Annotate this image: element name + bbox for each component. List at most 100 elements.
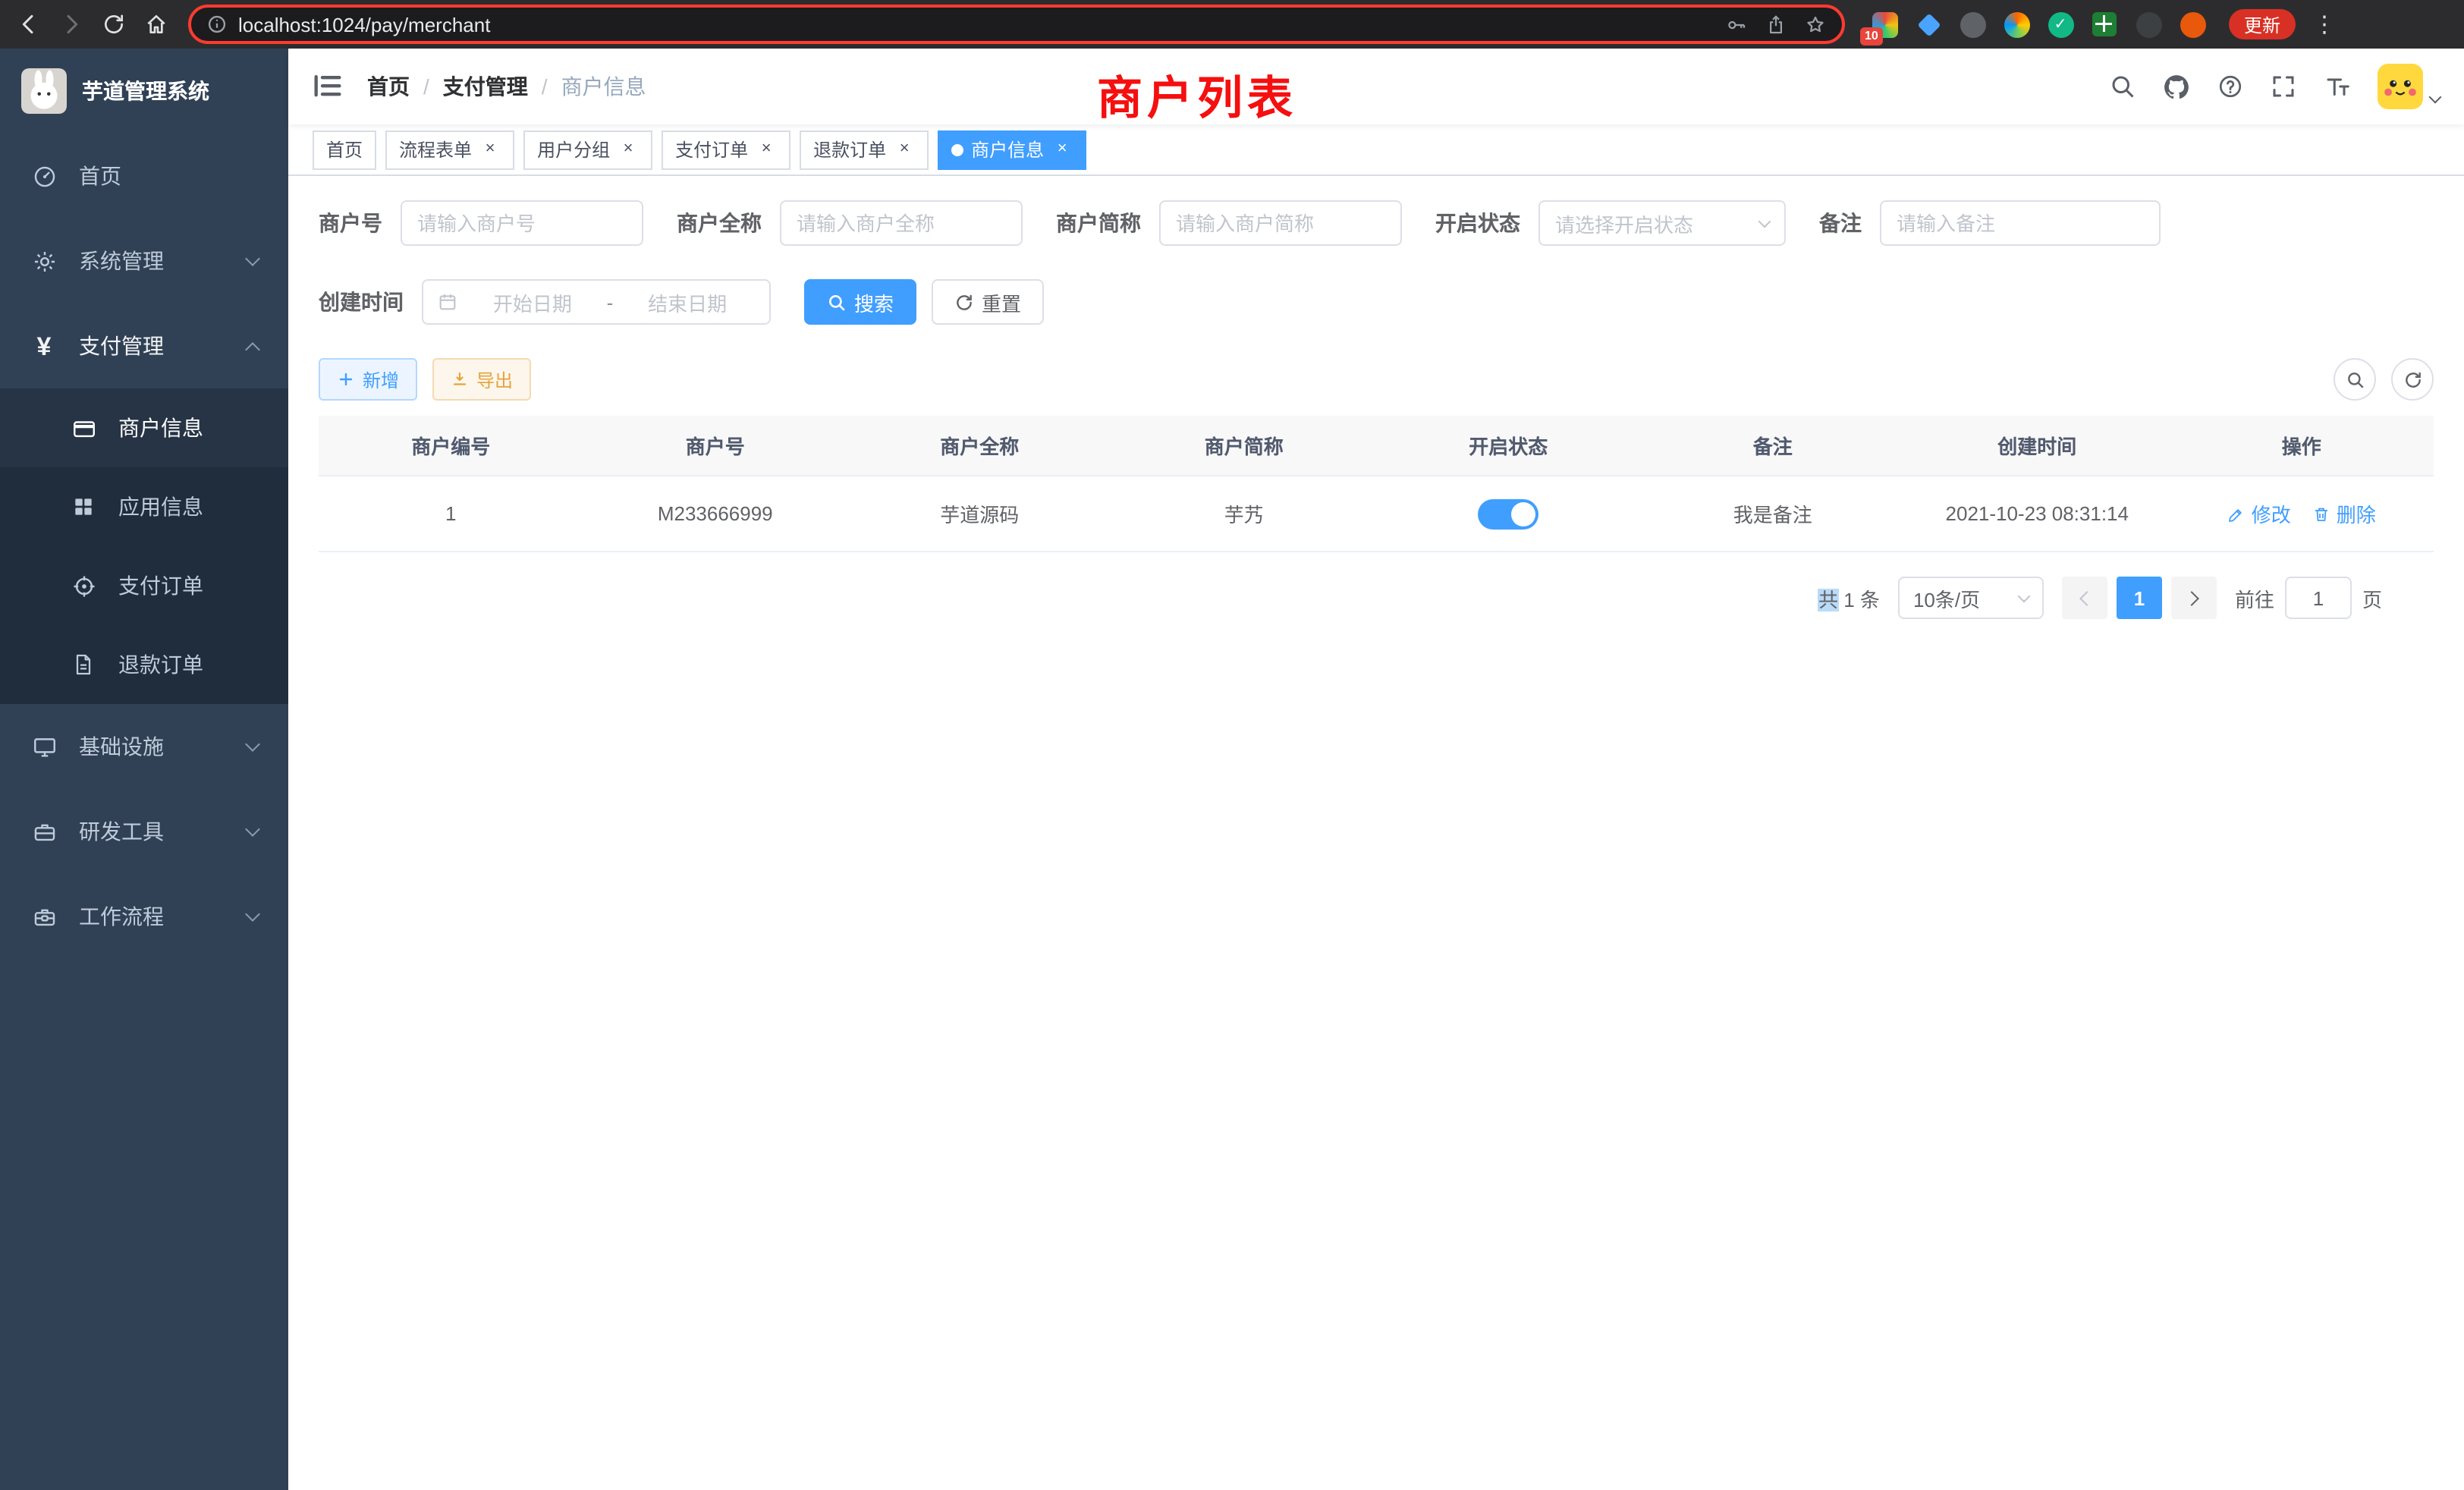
- forward-icon[interactable]: [52, 5, 91, 44]
- sidebar-item-merchant-info[interactable]: 商户信息: [0, 388, 288, 467]
- refresh-button[interactable]: [2391, 358, 2434, 401]
- tab-home[interactable]: 首页: [313, 130, 376, 169]
- end-date-placeholder[interactable]: 结束日期: [619, 288, 756, 316]
- dashboard-icon: [30, 162, 58, 190]
- github-icon[interactable]: [2162, 72, 2191, 101]
- export-button-label: 导出: [476, 366, 513, 392]
- sidebar-item-home[interactable]: 首页: [0, 134, 288, 218]
- gear-icon: [30, 247, 58, 275]
- full-name-input[interactable]: [780, 200, 1023, 246]
- tab-refund-orders[interactable]: 退款订单 ×: [800, 130, 929, 169]
- extension-tray: 10 ✓: [1857, 9, 2220, 39]
- site-info-icon[interactable]: [206, 14, 228, 35]
- goto-page-input[interactable]: [2285, 577, 2352, 619]
- extension-icon-6[interactable]: [2089, 9, 2120, 39]
- tab-merchant-info[interactable]: 商户信息 ×: [938, 130, 1086, 169]
- cell-merchant-no: M233666999: [583, 502, 848, 525]
- user-menu[interactable]: [2378, 64, 2440, 109]
- fullscreen-icon[interactable]: [2270, 73, 2297, 100]
- short-name-input[interactable]: [1159, 200, 1402, 246]
- sidebar-item-label: 退款订单: [118, 649, 203, 680]
- font-size-icon[interactable]: [2323, 73, 2352, 100]
- full-name-label: 商户全称: [677, 208, 762, 238]
- address-bar[interactable]: localhost:1024/pay/merchant: [188, 5, 1845, 44]
- extension-icon-3[interactable]: [1957, 9, 1988, 39]
- sidebar-item-infrastructure[interactable]: 基础设施: [0, 704, 288, 789]
- password-key-icon[interactable]: [1725, 13, 1748, 36]
- export-button[interactable]: 导出: [432, 358, 531, 401]
- reload-icon[interactable]: [94, 5, 134, 44]
- sidebar: 芋道管理系统 首页 系统管理 ¥: [0, 49, 288, 1490]
- sidebar-item-label: 商户信息: [118, 413, 203, 443]
- screen: localhost:1024/pay/merchant 10 ✓: [0, 0, 2464, 1490]
- sidebar-item-payment[interactable]: ¥ 支付管理: [0, 303, 288, 388]
- remark-input[interactable]: [1880, 200, 2161, 246]
- create-time-range-picker[interactable]: 开始日期 - 结束日期: [422, 279, 771, 325]
- reset-button[interactable]: 重置: [932, 279, 1044, 325]
- search-button[interactable]: 搜索: [804, 279, 916, 325]
- close-icon[interactable]: ×: [1051, 139, 1073, 160]
- extension-icon-7[interactable]: [2133, 9, 2164, 39]
- add-button[interactable]: 新增: [319, 358, 417, 401]
- app-logo[interactable]: 芋道管理系统: [0, 49, 288, 134]
- chevron-right-icon: [2184, 590, 2199, 605]
- close-icon[interactable]: ×: [479, 139, 501, 160]
- help-icon[interactable]: [2217, 73, 2244, 100]
- payment-submenu: 商户信息 应用信息 支付订单: [0, 388, 288, 704]
- tab-label: 商户信息: [971, 137, 1044, 162]
- top-navbar: 首页 / 支付管理 / 商户信息 商户列表: [288, 49, 2464, 124]
- merchant-no-input[interactable]: [401, 200, 643, 246]
- close-icon[interactable]: ×: [618, 139, 639, 160]
- pagination-total: 共 1 条: [1818, 583, 1880, 612]
- sidebar-item-refund-orders[interactable]: 退款订单: [0, 625, 288, 704]
- toggle-search-button[interactable]: [2334, 358, 2376, 401]
- share-icon[interactable]: [1765, 13, 1787, 36]
- browser-update-button[interactable]: 更新: [2229, 9, 2296, 39]
- cell-full-name: 芋道源码: [847, 499, 1112, 528]
- extension-icon-4[interactable]: [2001, 9, 2032, 39]
- merchant-table: 商户编号 商户号 商户全称 商户简称 开启状态 备注 创建时间 操作 1 M23…: [319, 416, 2434, 552]
- create-time-label: 创建时间: [319, 287, 404, 317]
- extension-icon-5[interactable]: ✓: [2045, 9, 2076, 39]
- extension-icon-1[interactable]: 10: [1869, 9, 1900, 39]
- table-row: 1 M233666999 芋道源码 芋艿 我是备注 2021-10-23 08:…: [319, 476, 2434, 552]
- delete-link[interactable]: 删除: [2312, 499, 2376, 528]
- sidebar-item-workflow[interactable]: 工作流程: [0, 874, 288, 959]
- tab-process-form[interactable]: 流程表单 ×: [385, 130, 514, 169]
- search-icon[interactable]: [2109, 73, 2136, 100]
- close-icon[interactable]: ×: [756, 139, 777, 160]
- page-size-select[interactable]: 10条/页: [1898, 577, 2044, 619]
- delete-link-label: 删除: [2337, 499, 2376, 528]
- sidebar-item-pay-orders[interactable]: 支付订单: [0, 546, 288, 625]
- bookmark-star-icon[interactable]: [1804, 13, 1827, 36]
- short-name-label: 商户简称: [1056, 208, 1141, 238]
- sidebar-item-system[interactable]: 系统管理: [0, 218, 288, 303]
- back-icon[interactable]: [9, 5, 49, 44]
- chevron-down-icon: [245, 821, 260, 836]
- page-1-button[interactable]: 1: [2117, 577, 2162, 619]
- status-toggle[interactable]: [1478, 498, 1538, 529]
- breadcrumb-payment[interactable]: 支付管理: [443, 71, 528, 102]
- tab-pay-orders[interactable]: 支付订单 ×: [662, 130, 790, 169]
- sidebar-item-app-info[interactable]: 应用信息: [0, 467, 288, 546]
- prev-page-button[interactable]: [2062, 577, 2107, 619]
- url-text[interactable]: localhost:1024/pay/merchant: [238, 13, 490, 36]
- sidebar-item-dev-tools[interactable]: 研发工具: [0, 789, 288, 874]
- tab-label: 首页: [326, 137, 363, 162]
- start-date-placeholder[interactable]: 开始日期: [464, 288, 601, 316]
- tab-user-group[interactable]: 用户分组 ×: [523, 130, 652, 169]
- sidebar-item-label: 基础设施: [79, 731, 164, 762]
- extension-icon-8[interactable]: [2177, 9, 2208, 39]
- breadcrumb-home[interactable]: 首页: [367, 71, 410, 102]
- status-select[interactable]: 请选择开启状态: [1538, 200, 1786, 246]
- avatar[interactable]: [2378, 64, 2423, 109]
- hamburger-icon[interactable]: [313, 71, 343, 102]
- next-page-button[interactable]: [2171, 577, 2217, 619]
- col-header: 创建时间: [1905, 431, 2170, 460]
- extension-icon-2[interactable]: [1913, 9, 1944, 39]
- tab-label: 流程表单: [399, 137, 472, 162]
- close-icon[interactable]: ×: [894, 139, 915, 160]
- browser-menu-icon[interactable]: ⋮: [2305, 5, 2344, 44]
- home-icon[interactable]: [137, 5, 176, 44]
- edit-link[interactable]: 修改: [2227, 499, 2291, 528]
